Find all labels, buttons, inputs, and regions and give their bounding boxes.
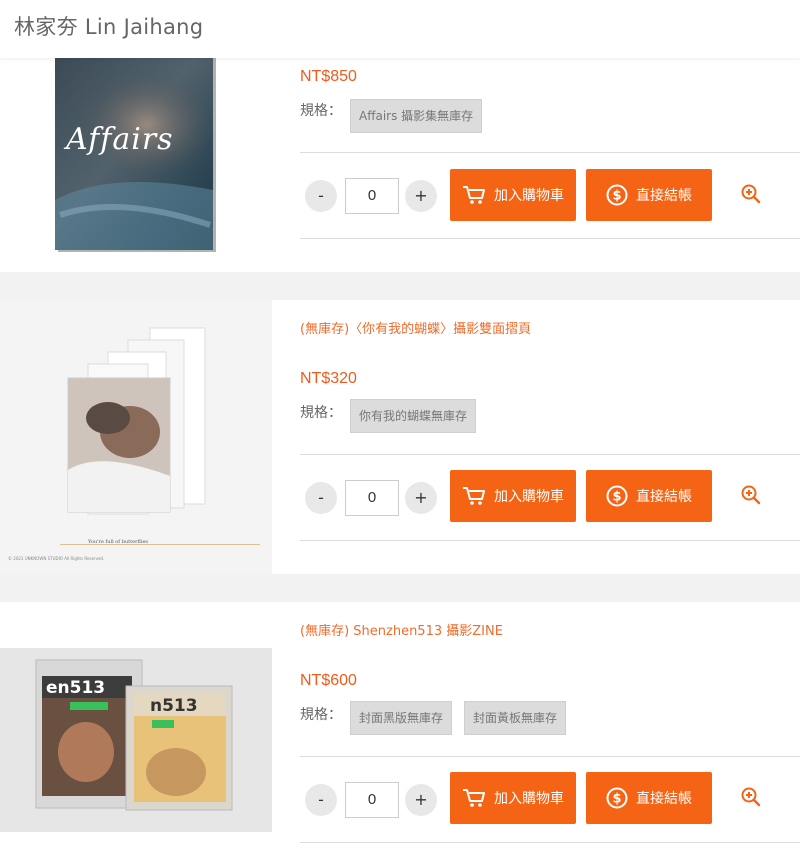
spec-option[interactable]: 封面黑版無庫存 [350, 701, 453, 735]
checkout-button[interactable]: $ 直接結帳 [586, 470, 712, 522]
divider [300, 842, 800, 843]
product-card: en513 n513 (無庫存) Shenzhen513 攝影ZINE NT$6… [0, 602, 800, 846]
product-image[interactable]: en513 n513 [0, 602, 272, 846]
qty-input[interactable]: 0 [345, 480, 399, 516]
dollar-icon: $ [606, 184, 628, 206]
divider [300, 454, 800, 455]
cart-icon [462, 788, 486, 808]
svg-text:$: $ [612, 792, 621, 807]
qty-plus-button[interactable]: + [405, 784, 437, 816]
add-to-cart-label: 加入購物車 [494, 188, 564, 204]
checkout-label: 直接結帳 [636, 489, 692, 505]
checkout-label: 直接結帳 [636, 791, 692, 807]
product-price: NT$600 [300, 672, 357, 689]
add-to-cart-button[interactable]: 加入購物車 [450, 772, 576, 824]
checkout-label: 直接結帳 [636, 188, 692, 204]
site-title[interactable]: 林家夯 Lin Jaihang [14, 11, 203, 41]
divider [300, 756, 800, 757]
add-to-cart-button[interactable]: 加入購物車 [450, 169, 576, 221]
product-image[interactable]: You're full of butterflies © 2021 UNKNOW… [0, 300, 272, 574]
product-name[interactable]: (無庫存) Shenzhen513 攝影ZINE [300, 620, 503, 639]
dollar-icon: $ [606, 787, 628, 809]
cover-title: Affairs [66, 122, 174, 157]
svg-text:$: $ [612, 189, 621, 204]
spec-label: 規格： [300, 707, 342, 723]
divider [300, 238, 800, 239]
divider [300, 152, 800, 153]
product-card: You're full of butterflies © 2021 UNKNOW… [0, 300, 800, 574]
spec-option[interactable]: Affairs 攝影集無庫存 [350, 99, 483, 133]
zine-title-black: en513 [46, 678, 106, 698]
product-info: (無庫存)〈你有我的蝴蝶〉攝影雙面摺頁 NT$320 規格： 你有我的蝴蝶無庫存… [300, 300, 800, 574]
qty-plus-button[interactable]: + [405, 482, 437, 514]
add-to-cart-label: 加入購物車 [494, 489, 564, 505]
svg-text:$: $ [612, 490, 621, 505]
product-price: NT$320 [300, 370, 357, 387]
cart-icon [462, 486, 486, 506]
product-name[interactable]: (無庫存)〈你有我的蝴蝶〉攝影雙面摺頁 [300, 318, 531, 337]
top-bar: 林家夯 Lin Jaihang [0, 0, 800, 58]
zoom-in-icon[interactable] [740, 786, 762, 808]
dollar-icon: $ [606, 485, 628, 507]
qty-minus-button[interactable]: - [305, 482, 337, 514]
zoom-in-icon[interactable] [740, 183, 762, 205]
svg-text:© 2021 UNKNOWN STUDIO All Righ: © 2021 UNKNOWN STUDIO All Rights Reserve… [8, 556, 104, 561]
spec-option[interactable]: 你有我的蝴蝶無庫存 [350, 399, 477, 433]
add-to-cart-button[interactable]: 加入購物車 [450, 470, 576, 522]
product-price: NT$850 [300, 68, 357, 85]
divider [300, 540, 800, 541]
qty-minus-button[interactable]: - [305, 784, 337, 816]
qty-input[interactable]: 0 [345, 782, 399, 818]
zine-title-yellow: n513 [150, 696, 198, 716]
cart-icon [462, 185, 486, 205]
product-info: (無庫存) Shenzhen513 攝影ZINE NT$600 規格： 封面黑版… [300, 602, 800, 846]
spec-option[interactable]: 封面黃板無庫存 [464, 701, 567, 735]
checkout-button[interactable]: $ 直接結帳 [586, 169, 712, 221]
checkout-button[interactable]: $ 直接結帳 [586, 772, 712, 824]
qty-plus-button[interactable]: + [405, 180, 437, 212]
spec-label: 規格： [300, 103, 342, 119]
zoom-in-icon[interactable] [740, 484, 762, 506]
svg-text:You're full of butterflies: You're full of butterflies [87, 539, 148, 545]
qty-input[interactable]: 0 [345, 178, 399, 214]
add-to-cart-label: 加入購物車 [494, 791, 564, 807]
qty-minus-button[interactable]: - [305, 180, 337, 212]
spec-label: 規格： [300, 405, 342, 421]
